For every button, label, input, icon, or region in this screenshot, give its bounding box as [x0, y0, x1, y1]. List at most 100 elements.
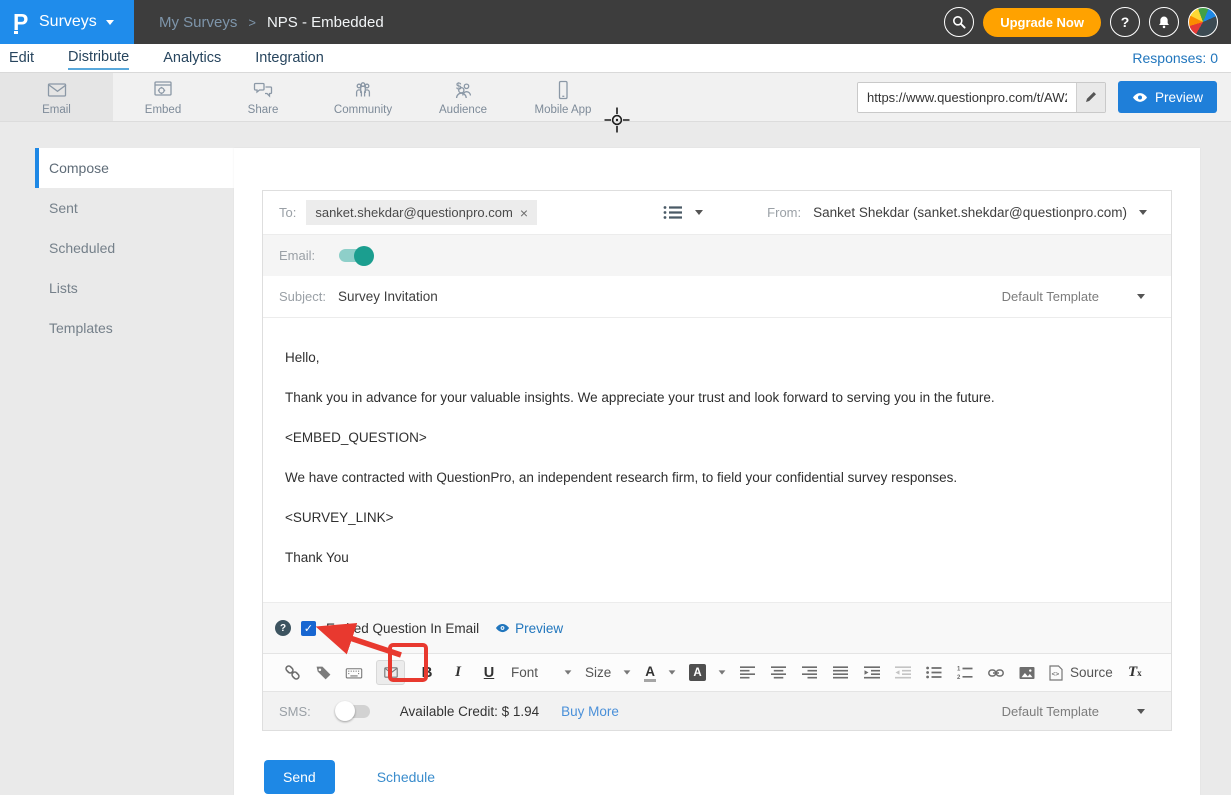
- channel-tab-email[interactable]: Email: [0, 73, 113, 121]
- survey-nav: Edit Distribute Analytics Integration Re…: [0, 44, 1231, 73]
- email-toggle-label: Email:: [279, 248, 315, 263]
- embed-question-checkbox[interactable]: ✓: [301, 621, 316, 636]
- align-center-icon[interactable]: [770, 660, 788, 686]
- survey-url-input[interactable]: [858, 83, 1076, 112]
- tab-analytics[interactable]: Analytics: [163, 48, 221, 69]
- email-toggle-row: Email:: [263, 235, 1171, 276]
- help-filled-icon[interactable]: ?: [275, 620, 291, 636]
- sidebar-item-sent[interactable]: Sent: [35, 188, 234, 228]
- breadcrumb-parent[interactable]: My Surveys: [159, 14, 237, 31]
- source-button[interactable]: <> Source: [1049, 665, 1113, 681]
- upgrade-now-button[interactable]: Upgrade Now: [983, 8, 1101, 37]
- from-value: Sanket Shekdar (sanket.shekdar@questionp…: [813, 205, 1127, 220]
- outdent-icon[interactable]: [894, 660, 912, 686]
- preview-button[interactable]: Preview: [1118, 81, 1217, 113]
- avatar[interactable]: [1188, 7, 1218, 37]
- edit-pencil-icon: [1084, 90, 1098, 104]
- sidebar-item-scheduled[interactable]: Scheduled: [35, 228, 234, 268]
- questionpro-app: P Surveys My Surveys > NPS - Embedded Up…: [0, 0, 1231, 795]
- buy-more-link[interactable]: Buy More: [561, 704, 619, 719]
- sms-template-selector[interactable]: Default Template: [1002, 704, 1145, 719]
- bullet-list-icon[interactable]: [925, 660, 943, 686]
- justify-icon[interactable]: [832, 660, 850, 686]
- breadcrumb-separator: >: [248, 15, 256, 30]
- bold-icon[interactable]: B: [418, 660, 436, 686]
- from-selector[interactable]: From: Sanket Shekdar (sanket.shekdar@que…: [767, 205, 1147, 220]
- envelope-icon: [384, 667, 398, 678]
- tab-edit[interactable]: Edit: [9, 48, 34, 69]
- email-body-editor[interactable]: Hello, Thank you in advance for your val…: [263, 318, 1171, 602]
- subject-label: Subject:: [279, 289, 326, 304]
- remove-format-icon[interactable]: Tx: [1126, 660, 1144, 686]
- breadcrumb-current: NPS - Embedded: [267, 14, 384, 31]
- survey-url-group: Preview: [857, 73, 1231, 121]
- questionpro-logo-icon: P: [13, 9, 30, 35]
- channel-tab-audience[interactable]: $ Audience: [413, 73, 513, 121]
- mobile-app-icon: [551, 78, 575, 102]
- svg-text:<>: <>: [1052, 671, 1060, 678]
- numbered-list-icon[interactable]: 12: [956, 660, 974, 686]
- image-icon[interactable]: [1018, 660, 1036, 686]
- edit-url-button[interactable]: [1076, 83, 1105, 112]
- template-value: Default Template: [1002, 289, 1099, 304]
- audience-icon: $: [451, 78, 475, 102]
- hyperlink-icon[interactable]: [987, 660, 1005, 686]
- recipient-email: sanket.shekdar@questionpro.com: [315, 205, 512, 220]
- send-button[interactable]: Send: [264, 760, 335, 794]
- channel-tab-share[interactable]: Share: [213, 73, 313, 121]
- sidebar-item-compose[interactable]: Compose: [35, 148, 234, 188]
- email-template-selector[interactable]: Default Template: [1002, 289, 1145, 304]
- bg-color-icon: A: [689, 664, 706, 681]
- help-button[interactable]: ?: [1110, 7, 1140, 37]
- chevron-down-icon: [695, 210, 703, 215]
- font-dropdown[interactable]: Font: [511, 665, 572, 680]
- channel-tab-community[interactable]: Community: [313, 73, 413, 121]
- eye-icon: [1132, 92, 1148, 103]
- bg-color-button[interactable]: A: [689, 664, 726, 681]
- indent-icon[interactable]: [863, 660, 881, 686]
- text-color-button[interactable]: A: [644, 664, 676, 682]
- chevron-down-icon: [1137, 294, 1145, 299]
- recipient-list-selector[interactable]: [663, 205, 703, 220]
- notifications-button[interactable]: [1149, 7, 1179, 37]
- tag-icon[interactable]: [314, 660, 332, 686]
- from-label: From:: [767, 205, 801, 220]
- chevron-down-icon: [106, 20, 114, 25]
- chevron-down-icon: [719, 670, 726, 674]
- search-button[interactable]: [944, 7, 974, 37]
- sidebar-item-lists[interactable]: Lists: [35, 268, 234, 308]
- product-switcher[interactable]: P Surveys: [0, 0, 134, 44]
- source-icon: <>: [1049, 665, 1063, 681]
- keyboard-icon[interactable]: [345, 660, 363, 686]
- sidebar-item-templates[interactable]: Templates: [35, 308, 234, 348]
- svg-text:2: 2: [957, 675, 961, 679]
- share-icon: [251, 78, 275, 102]
- sms-toggle[interactable]: [337, 705, 370, 718]
- chevron-down-icon: [1139, 210, 1147, 215]
- send-actions: Send Schedule: [262, 760, 1172, 794]
- channel-tab-mobile-app[interactable]: Mobile App: [513, 73, 613, 121]
- align-left-icon[interactable]: [739, 660, 757, 686]
- search-icon: [951, 14, 967, 30]
- align-right-icon[interactable]: [801, 660, 819, 686]
- sms-label: SMS:: [279, 704, 311, 719]
- remove-recipient-icon[interactable]: ×: [520, 206, 528, 220]
- recipient-chip[interactable]: sanket.shekdar@questionpro.com ×: [306, 200, 537, 225]
- tab-integration[interactable]: Integration: [255, 48, 324, 69]
- embed-question-label: Embed Question In Email: [326, 621, 479, 636]
- size-dropdown[interactable]: Size: [585, 665, 631, 680]
- subject-input[interactable]: Survey Invitation: [338, 289, 438, 304]
- italic-icon[interactable]: I: [449, 660, 467, 686]
- tab-distribute[interactable]: Distribute: [68, 47, 129, 70]
- embed-preview-link[interactable]: Preview: [495, 621, 563, 636]
- chevron-down-icon: [624, 670, 631, 674]
- channel-tab-embed[interactable]: Embed: [113, 73, 213, 121]
- email-toggle[interactable]: [339, 249, 372, 262]
- underline-icon[interactable]: U: [480, 660, 498, 686]
- link-icon[interactable]: [283, 660, 301, 686]
- responses-count[interactable]: Responses: 0: [1132, 50, 1218, 66]
- subject-row: Subject: Survey Invitation Default Templ…: [263, 276, 1171, 318]
- survey-url-wrap: [857, 82, 1106, 113]
- schedule-link[interactable]: Schedule: [377, 769, 435, 785]
- mail-merge-button[interactable]: [376, 660, 405, 685]
